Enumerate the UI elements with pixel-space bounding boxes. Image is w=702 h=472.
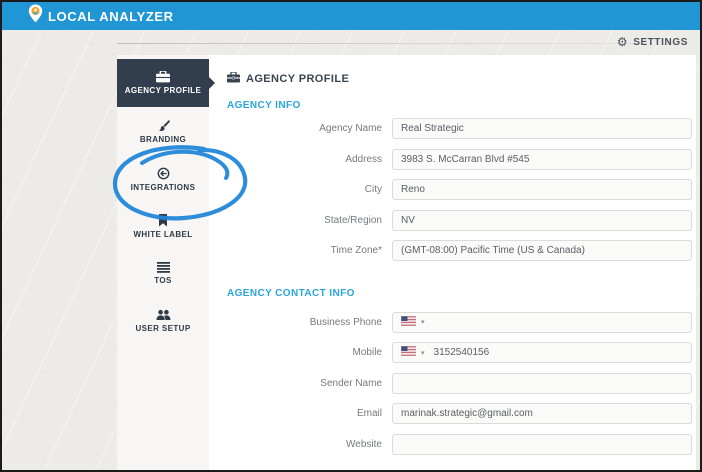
sidebar-item-integrations[interactable]: INTEGRATIONS <box>117 156 209 203</box>
form-row: Mobile ▾ 3152540156 <box>209 342 696 363</box>
city-input[interactable] <box>392 179 692 200</box>
agency-name-input[interactable] <box>392 118 692 139</box>
form-row: Business Phone ▾ <box>209 311 696 333</box>
sidebar-item-label: BRANDING <box>139 135 187 144</box>
form-row: Sender Name <box>209 372 696 394</box>
mobile-input[interactable]: ▾ 3152540156 <box>392 342 692 363</box>
form-row: Website <box>209 433 696 455</box>
sidebar-item-user-setup[interactable]: USER SETUP <box>117 297 209 344</box>
us-flag-icon[interactable] <box>400 315 417 329</box>
phone-number-value: 3152540156 <box>433 347 490 358</box>
brand-logo[interactable]: LOCAL ANALYZER <box>28 4 174 28</box>
section-heading-agency-contact-info: AGENCY CONTACT INFO <box>227 288 355 299</box>
page-title-text: AGENCY PROFILE <box>246 73 350 85</box>
sidebar-item-label: INTEGRATIONS <box>130 183 196 192</box>
us-flag-icon[interactable] <box>400 345 417 359</box>
app-window: LOCAL ANALYZER ⚙ SETTINGS AGENCY PROFILE… <box>0 0 702 472</box>
caret-down-icon[interactable]: ▾ <box>421 318 425 326</box>
map-pin-icon <box>28 4 43 28</box>
top-header-bar: LOCAL ANALYZER <box>2 2 700 30</box>
briefcase-icon <box>156 71 170 83</box>
sender-name-input[interactable] <box>392 372 692 394</box>
address-input[interactable] <box>392 148 692 170</box>
briefcase-icon <box>227 71 240 86</box>
field-label: Email <box>356 408 382 419</box>
field-label: Website <box>346 438 382 450</box>
website-input[interactable] <box>392 433 692 455</box>
time-zone--input[interactable] <box>392 240 692 261</box>
settings-divider <box>117 43 647 44</box>
field-label: Sender Name <box>320 377 382 389</box>
gear-icon: ⚙ <box>616 35 629 49</box>
caret-down-icon[interactable]: ▾ <box>421 349 425 357</box>
sidebar-item-label: WHITE LABEL <box>133 230 193 239</box>
users-icon <box>156 309 171 321</box>
sidebar-item-tos[interactable]: TOS <box>117 250 209 297</box>
business-phone-input[interactable]: ▾ <box>392 311 692 333</box>
brand-name: LOCAL ANALYZER <box>48 8 174 24</box>
field-label: Mobile <box>352 347 382 358</box>
form-row: State/Region <box>209 209 696 231</box>
page-title: AGENCY PROFILE <box>227 71 350 86</box>
sidebar-item-white-label[interactable]: WHITE LABEL <box>117 203 209 250</box>
field-label: Business Phone <box>309 316 382 328</box>
form-row: Email <box>209 403 696 424</box>
sidebar-item-label: AGENCY PROFILE <box>124 86 202 95</box>
bookmark-icon <box>158 214 168 227</box>
form-row: Time Zone* <box>209 240 696 261</box>
sidebar-item-agency-profile[interactable]: AGENCY PROFILE <box>117 59 215 107</box>
form-row: City <box>209 179 696 200</box>
settings-label: SETTINGS <box>633 36 688 48</box>
state-region-input[interactable] <box>392 209 692 231</box>
sidebar-item-label: TOS <box>154 276 172 285</box>
field-label: City <box>364 184 382 195</box>
field-label: Agency Name <box>319 123 382 134</box>
integrations-target-icon <box>157 167 170 180</box>
field-label: Time Zone* <box>330 245 382 256</box>
form-row: Agency Name <box>209 118 696 139</box>
settings-button[interactable]: ⚙ SETTINGS <box>617 36 688 48</box>
email-input[interactable] <box>392 403 692 424</box>
paintbrush-icon <box>157 119 170 132</box>
sidebar-item-branding[interactable]: BRANDING <box>117 108 209 155</box>
form-row: Address <box>209 148 696 170</box>
sidebar-item-label: USER SETUP <box>135 323 191 333</box>
list-icon <box>156 262 170 273</box>
section-heading-agency-info: AGENCY INFO <box>227 100 301 111</box>
field-label: State/Region <box>324 214 382 226</box>
field-label: Address <box>345 153 382 165</box>
